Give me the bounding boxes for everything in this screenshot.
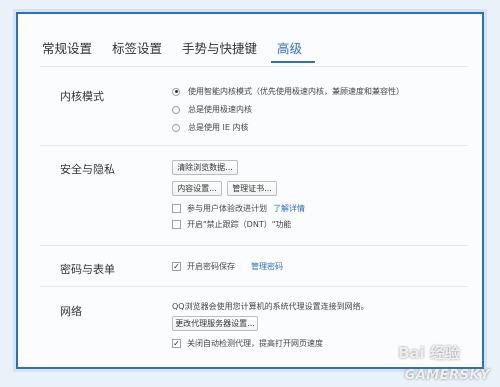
kernel-section-title: 内核模式: [60, 90, 104, 103]
gamersky-watermark: GAMERSKY: [404, 368, 490, 383]
experience-program-label: 参与用户体验改进计划: [187, 204, 267, 213]
clear-browsing-data-button[interactable]: 清除浏览数据...: [172, 160, 238, 175]
disable-proxy-autodetect-option[interactable]: ✓ 关闭自动检测代理，提高打开网页速度: [172, 338, 323, 349]
radio-icon[interactable]: [172, 123, 180, 132]
manage-passwords-link[interactable]: 管理密码: [251, 261, 283, 272]
save-passwords-label: 开启密码保存: [187, 262, 235, 271]
change-proxy-settings-button[interactable]: 更改代理服务器设置...: [172, 316, 258, 331]
dnt-option[interactable]: 开启"禁止跟踪（DNT）"功能: [172, 219, 291, 230]
checkbox-icon[interactable]: [172, 204, 181, 213]
checkbox-checked-icon[interactable]: ✓: [172, 262, 181, 271]
kernel-option-label: 总是使用极速内核: [188, 105, 252, 114]
baidu-watermark: Bai 经验: [398, 344, 460, 362]
tab-tabs[interactable]: 标签设置: [112, 40, 162, 66]
network-section-title: 网络: [60, 305, 82, 318]
kernel-option-fast[interactable]: 总是使用极速内核: [172, 104, 252, 115]
kernel-option-smart[interactable]: 使用智能内核模式（优先使用极速内核，兼顾速度和兼容性）: [172, 86, 404, 97]
kernel-option-label: 使用智能内核模式（优先使用极速内核，兼顾速度和兼容性）: [188, 87, 404, 96]
experience-program-option[interactable]: 参与用户体验改进计划 了解详情: [172, 203, 305, 214]
disable-proxy-autodetect-label: 关闭自动检测代理，提高打开网页速度: [187, 339, 323, 348]
checkbox-icon[interactable]: [172, 220, 181, 229]
section-divider: [40, 286, 468, 287]
kernel-option-label: 总是使用 IE 内核: [188, 123, 249, 132]
network-description: QQ浏览器会使用您计算机的系统代理设置连接到网络。: [172, 302, 369, 311]
tab-gestures-shortcuts[interactable]: 手势与快捷键: [182, 40, 257, 66]
kernel-option-ie[interactable]: 总是使用 IE 内核: [172, 122, 249, 133]
passwords-section-title: 密码与表单: [60, 263, 115, 276]
learn-more-link[interactable]: 了解详情: [273, 203, 305, 214]
tab-general[interactable]: 常规设置: [42, 40, 92, 66]
active-tab-indicator: [271, 61, 315, 63]
tabs-divider: [40, 66, 468, 67]
checkbox-checked-icon[interactable]: ✓: [172, 339, 181, 348]
security-section-title: 安全与隐私: [60, 163, 115, 176]
dnt-label: 开启"禁止跟踪（DNT）"功能: [187, 220, 292, 229]
radio-icon[interactable]: [172, 105, 180, 114]
section-divider: [40, 245, 468, 246]
section-divider: [40, 145, 468, 146]
manage-certificates-button[interactable]: 管理证书...: [227, 181, 277, 196]
save-passwords-option[interactable]: ✓ 开启密码保存 管理密码: [172, 261, 283, 272]
radio-checked-icon[interactable]: [172, 87, 180, 96]
content-settings-button[interactable]: 内容设置...: [172, 181, 222, 196]
